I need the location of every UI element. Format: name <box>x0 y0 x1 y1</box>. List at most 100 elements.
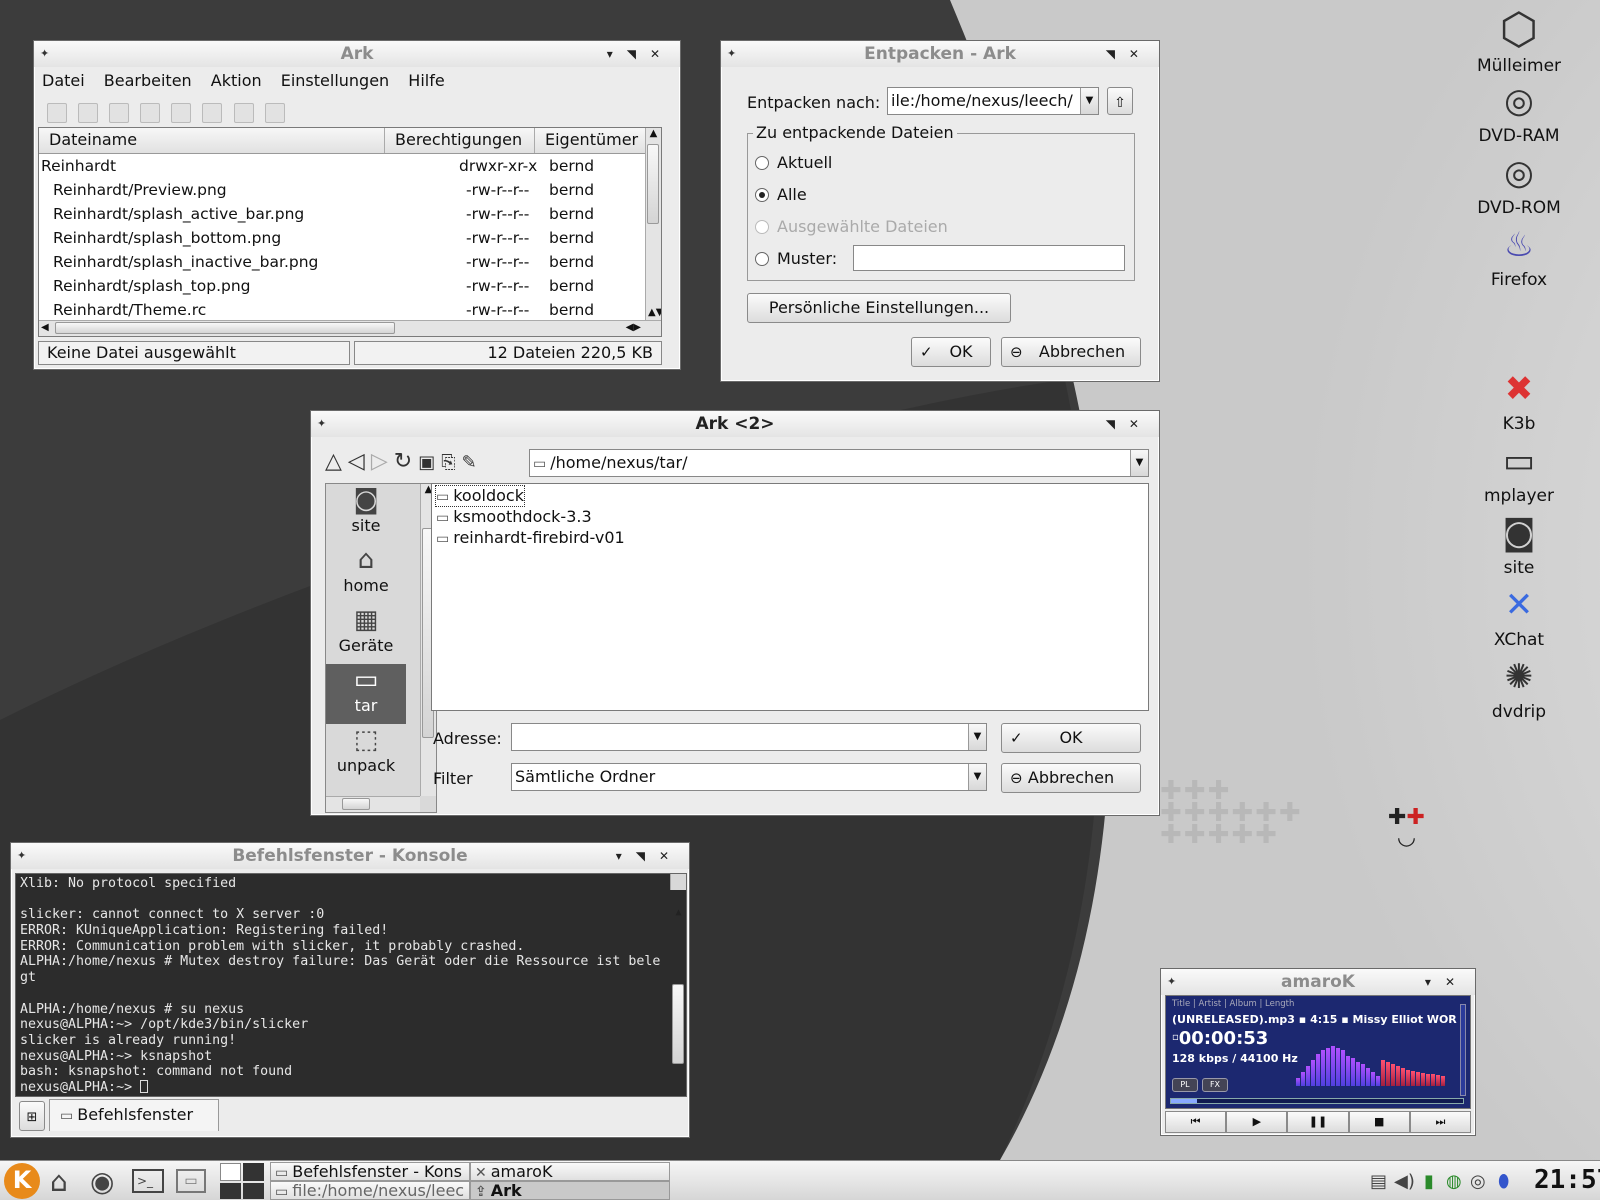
bluetooth-icon[interactable]: ⬮ <box>1498 1171 1509 1192</box>
ok-button[interactable]: ✓ OK <box>1001 723 1141 753</box>
menu-einstellungen[interactable]: Einstellungen <box>281 71 389 90</box>
cancel-button[interactable]: ⊖ Abbrechen <box>1001 763 1141 793</box>
scroll-up-icon[interactable]: ▲ <box>671 905 686 921</box>
desktop-icon-dvdrip[interactable]: ✺ dvdrip <box>1464 652 1574 722</box>
task-amarok[interactable]: ✕ amaroK <box>470 1162 670 1181</box>
scroll-thumb[interactable] <box>672 984 684 1064</box>
home-icon[interactable]: ⌂ <box>50 1165 68 1198</box>
browse-button[interactable]: ⇧ <box>1107 87 1133 115</box>
track-title[interactable]: (UNRELEASED).mp3 ▪ 4:15 ▪ Missy Elliot W… <box>1172 1013 1462 1026</box>
ark-main-titlebar[interactable]: ✦ Ark ▾◥✕ <box>34 41 680 67</box>
radio-all[interactable]: Alle <box>755 185 807 204</box>
bookmark-icon[interactable]: ⎘ <box>441 452 461 473</box>
playlist-toggle[interactable]: PL <box>1172 1078 1198 1092</box>
pause-button[interactable]: ❚❚ <box>1287 1111 1349 1133</box>
radio-current[interactable]: Aktuell <box>755 153 832 172</box>
konsole-launcher-icon[interactable]: >_ <box>132 1169 164 1193</box>
desktop-icon-mplayer[interactable]: ▭ mplayer <box>1464 436 1574 506</box>
desktop-icon-dvd-rom[interactable]: ◎ DVD-ROM <box>1464 148 1574 218</box>
add-dir-icon[interactable] <box>140 103 161 123</box>
terminal-output[interactable]: Xlib: No protocol specified slicker: can… <box>15 873 687 1097</box>
dest-combo[interactable]: ile:/home/nexus/leech/ ▼ <box>887 87 1099 115</box>
horizontal-scrollbar[interactable]: ◀ ◀▶ <box>39 320 661 336</box>
col-permissions[interactable]: Berechtigungen <box>385 128 535 153</box>
folder-item[interactable]: ▭ ksmoothdock-3.3 <box>436 507 592 527</box>
chevron-down-icon[interactable]: ▼ <box>968 724 986 750</box>
radio-pattern[interactable]: Muster: <box>755 249 837 268</box>
terminal-scrollbar[interactable]: ▲ <box>670 874 686 1064</box>
pin-icon[interactable]: ✦ <box>317 411 326 437</box>
task-filemanager[interactable]: ▭ file:/home/nexus/leec <box>270 1181 470 1200</box>
places-hscroll[interactable] <box>326 796 420 812</box>
cancel-button[interactable]: ⊖ Abbrechen <box>1001 337 1141 367</box>
place-tar[interactable]: ▭ tar <box>326 664 406 724</box>
forward-icon[interactable]: ▷ <box>371 449 394 474</box>
pager-desktop-1[interactable] <box>220 1163 241 1181</box>
battery-icon[interactable]: ▮ <box>1424 1171 1434 1192</box>
chat-icon[interactable]: ◎ <box>1470 1171 1486 1192</box>
volume-icon[interactable]: ◀) <box>1394 1171 1415 1192</box>
scroll-down-icon[interactable]: ▲▼ <box>648 307 661 318</box>
desktop-icon-trash[interactable]: ⬡ Mülleimer <box>1464 4 1574 76</box>
scroll-up-icon[interactable]: ▲ <box>646 128 661 139</box>
pin-icon[interactable]: ✦ <box>17 843 26 869</box>
volume-slider[interactable] <box>1460 1004 1466 1096</box>
play-button[interactable]: ▶ <box>1226 1111 1288 1133</box>
desktop-icon-k3b[interactable]: ✖ K3b <box>1464 364 1574 434</box>
konsole-titlebar[interactable]: ✦ Befehlsfenster - Konsole ▾◥✕ <box>11 843 689 869</box>
delete-icon[interactable] <box>202 103 223 123</box>
play-time[interactable]: ▫00:00:53 <box>1172 1028 1268 1049</box>
desktop-icon-firefox[interactable]: ♨ Firefox <box>1464 220 1574 290</box>
ok-button[interactable]: ✓ OK <box>911 337 991 367</box>
table-row[interactable]: Reinhardt/splash_top.png -rw-r--r-- bern… <box>39 274 661 298</box>
window-buttons[interactable]: ▾◥✕ <box>607 41 674 67</box>
desktop-icon-dvd-ram[interactable]: ◎ DVD-RAM <box>1464 76 1574 146</box>
table-row[interactable]: Reinhardt/splash_active_bar.png -rw-r--r… <box>39 202 661 226</box>
pattern-input[interactable] <box>853 245 1125 271</box>
pager-desktop-2[interactable] <box>243 1163 264 1181</box>
pager-desktop-3[interactable] <box>220 1183 241 1199</box>
filter-combo[interactable]: Sämtliche Ordner ▼ <box>511 763 987 791</box>
up-icon[interactable]: △ <box>325 449 348 474</box>
task-konsole[interactable]: ▭ Befehlsfenster - Kons <box>270 1162 470 1181</box>
pin-icon[interactable]: ✦ <box>40 41 49 67</box>
menu-aktion[interactable]: Aktion <box>211 71 262 90</box>
table-row[interactable]: Reinhardt/Preview.png -rw-r--r-- bernd <box>39 178 661 202</box>
session-tab[interactable]: ▭ Befehlsfenster <box>49 1099 219 1131</box>
place-site[interactable]: ◙ site <box>326 484 406 544</box>
scroll-left-icon[interactable]: ◀ <box>41 322 49 333</box>
window-buttons[interactable]: ◥✕ <box>1106 41 1153 67</box>
chevron-down-icon[interactable]: ▼ <box>1130 450 1148 476</box>
kmenu-icon[interactable]: K <box>4 1163 40 1199</box>
hscroll-thumb[interactable] <box>55 322 395 334</box>
new-session-button[interactable]: ⊞ <box>19 1101 45 1131</box>
effects-toggle[interactable]: FX <box>1202 1078 1228 1092</box>
extract-icon[interactable] <box>171 103 192 123</box>
col-filename[interactable]: Dateiname <box>39 128 385 153</box>
hscroll-thumb[interactable] <box>342 798 370 810</box>
desktop-icon-xchat[interactable]: ✕ XChat <box>1464 580 1574 650</box>
file-dialog-titlebar[interactable]: ✦ Ark <2> ◥✕ <box>311 411 1159 437</box>
amarok-titlebar[interactable]: ✦ amaroK ▾✕ <box>1161 969 1475 995</box>
chevron-down-icon[interactable]: ▼ <box>968 764 986 790</box>
window-buttons[interactable]: ▾✕ <box>1425 969 1469 995</box>
scroll-right-icon[interactable]: ◀▶ <box>626 322 641 333</box>
new-folder-icon[interactable]: ▣ <box>418 452 441 473</box>
reload-icon[interactable]: ↻ <box>394 449 418 474</box>
window-buttons[interactable]: ▾◥✕ <box>616 843 683 869</box>
place-home[interactable]: ⌂ home <box>326 544 406 604</box>
scroll-thumb[interactable] <box>647 144 659 224</box>
desktop-icon-button[interactable]: ▭ <box>176 1169 206 1193</box>
add-file-icon[interactable] <box>109 103 130 123</box>
stop-button[interactable]: ■ <box>1348 1111 1410 1133</box>
next-button[interactable]: ⏭ <box>1409 1111 1472 1133</box>
menu-bearbeiten[interactable]: Bearbeiten <box>104 71 192 90</box>
path-combo[interactable]: ▭/home/nexus/tar/ ▼ <box>529 449 1149 477</box>
place-unpack[interactable]: ⬚ unpack <box>326 724 406 784</box>
window-buttons[interactable]: ◥✕ <box>1106 411 1153 437</box>
pager-desktop-4[interactable] <box>243 1183 264 1199</box>
open-archive-icon[interactable] <box>78 103 99 123</box>
clock[interactable]: 21:57 <box>1534 1165 1600 1195</box>
pin-icon[interactable]: ✦ <box>727 41 736 67</box>
settings-icon[interactable]: ✎ <box>462 452 483 473</box>
